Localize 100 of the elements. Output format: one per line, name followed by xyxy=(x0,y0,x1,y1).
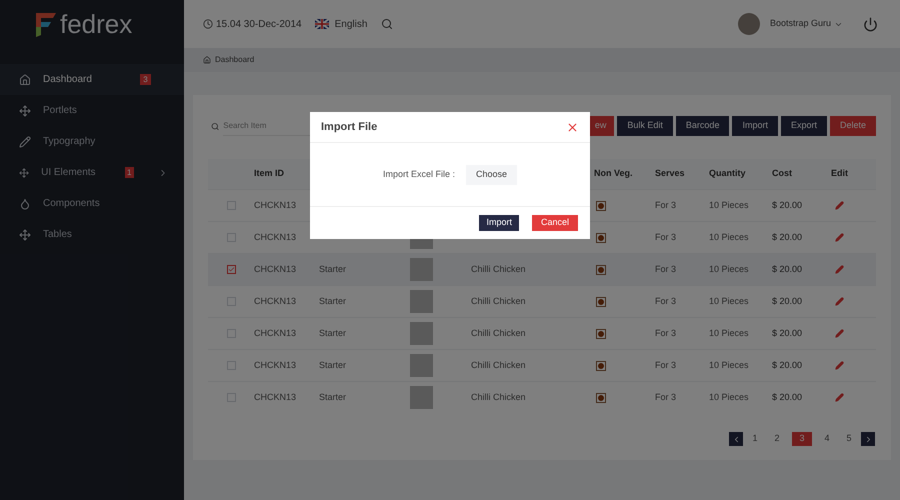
page-button[interactable]: 5 xyxy=(839,432,859,446)
table-cell-text: For 3 xyxy=(655,358,678,372)
page-button[interactable]: 2 xyxy=(767,432,787,446)
avatar[interactable] xyxy=(738,13,760,35)
toolbar-button[interactable]: Delete xyxy=(830,116,876,136)
table-cell-text: For 3 xyxy=(655,326,678,340)
edit-icon[interactable] xyxy=(835,393,844,402)
flag-icon xyxy=(314,19,329,29)
search-icon[interactable] xyxy=(381,18,394,30)
table-cell-text: Chilli Chicken xyxy=(471,326,527,340)
table-cell-text: $ 20.00 xyxy=(772,294,804,308)
arrows-icon xyxy=(19,228,31,240)
breadcrumb-link[interactable]: Dashboard xyxy=(215,54,254,66)
table-cell-text: Starter xyxy=(319,262,348,276)
table-cell-text: $ 20.00 xyxy=(772,198,804,212)
table-cell-text: CHCKN13 xyxy=(254,294,298,308)
photo-placeholder xyxy=(410,354,433,377)
table-cell-text: $ 20.00 xyxy=(772,358,804,372)
home-icon xyxy=(19,74,31,86)
page-button[interactable]: 3 xyxy=(792,432,812,446)
table-cell-text: Chilli Chicken xyxy=(471,262,527,276)
table-cell-text: 10 Pieces xyxy=(709,358,750,372)
table-cell-text: Chilli Chicken xyxy=(471,390,527,404)
logo-text: fedrex xyxy=(60,11,132,37)
dialog-button[interactable]: Import xyxy=(479,215,519,231)
non-veg-icon xyxy=(596,392,606,402)
previous-page-button[interactable] xyxy=(729,432,743,446)
sidebar-label: Typography xyxy=(43,135,96,149)
non-veg-icon xyxy=(596,296,606,306)
page-button[interactable]: 4 xyxy=(817,432,837,446)
table-cell-text: Starter xyxy=(319,326,348,340)
table-cell-text: 10 Pieces xyxy=(709,326,750,340)
check-icon xyxy=(228,266,234,273)
next-page-button[interactable] xyxy=(861,432,875,446)
edit-icon[interactable] xyxy=(835,233,844,242)
logo-icon xyxy=(34,11,56,37)
sidebar-label: Tables xyxy=(43,228,73,242)
photo-placeholder xyxy=(410,386,433,409)
column-header: Quantity xyxy=(709,167,747,180)
sidebar-item[interactable]: Portlets xyxy=(0,95,184,126)
table-cell-text: CHCKN13 xyxy=(254,358,298,372)
sidebar-item[interactable]: Dashboard 3 xyxy=(0,64,184,95)
field-label: Import Excel File : xyxy=(382,168,455,181)
sidebar-item[interactable]: Tables xyxy=(0,219,184,250)
table-cell-text: CHCKN13 xyxy=(254,326,298,340)
arrows-icon xyxy=(19,166,30,178)
table-cell-text: Chilli Chicken xyxy=(471,294,527,308)
table-cell-text: Starter xyxy=(319,390,348,404)
toolbar-button[interactable]: Bulk Edit xyxy=(617,116,673,136)
non-veg-icon xyxy=(596,200,606,210)
sidebar-label: Components xyxy=(43,197,101,211)
choose-file-button[interactable]: Choose xyxy=(466,164,518,184)
sidebar-item[interactable]: Components xyxy=(0,188,184,219)
photo-placeholder xyxy=(410,290,433,313)
language-selector[interactable]: English xyxy=(334,16,368,32)
close-icon[interactable] xyxy=(566,120,579,134)
power-icon[interactable] xyxy=(863,16,878,32)
count-badge: 3 xyxy=(140,74,151,85)
edit-icon[interactable] xyxy=(835,265,844,274)
sidebar-label: Portlets xyxy=(43,104,78,118)
table-cell-text: $ 20.00 xyxy=(772,230,804,244)
toolbar-button[interactable]: Import xyxy=(732,116,778,136)
table-cell-text: For 3 xyxy=(655,262,678,276)
table-cell-text: CHCKN13 xyxy=(254,230,298,244)
table-cell-text: $ 20.00 xyxy=(772,390,804,404)
table-cell-text: 10 Pieces xyxy=(709,230,750,244)
clock-icon xyxy=(203,19,213,29)
toolbar-button[interactable]: Barcode xyxy=(676,116,730,136)
table-cell-text: 10 Pieces xyxy=(709,294,750,308)
table-cell-text: CHCKN13 xyxy=(254,390,298,404)
table-cell-text: For 3 xyxy=(655,390,678,404)
photo-placeholder xyxy=(410,322,433,345)
column-header: Item ID xyxy=(254,167,286,180)
table-cell-text: CHCKN13 xyxy=(254,262,298,276)
edit-icon[interactable] xyxy=(835,329,844,338)
edit-icon[interactable] xyxy=(835,297,844,306)
page-button[interactable]: 1 xyxy=(745,432,765,446)
photo-placeholder xyxy=(410,258,433,281)
sidebar-label: UI Elements xyxy=(41,166,97,180)
table-cell-text: For 3 xyxy=(655,294,678,308)
table-cell-text: CHCKN13 xyxy=(254,198,298,212)
pencil-icon xyxy=(19,136,31,148)
dialog-button[interactable]: Cancel xyxy=(532,215,578,231)
table-cell-text: Starter xyxy=(319,358,348,372)
table-cell-text: $ 20.00 xyxy=(772,326,804,340)
table-cell-text: For 3 xyxy=(655,198,678,212)
non-veg-icon xyxy=(596,360,606,370)
row-checkbox[interactable] xyxy=(226,265,236,274)
sidebar-item[interactable]: Typography xyxy=(0,126,184,157)
count-badge: 1 xyxy=(124,167,134,178)
table-cell-text: For 3 xyxy=(655,230,678,244)
home-icon xyxy=(203,56,211,64)
toolbar-button[interactable]: Export xyxy=(780,116,827,136)
edit-icon[interactable] xyxy=(835,201,844,210)
sidebar-item[interactable]: UI Elements 1 xyxy=(0,157,184,188)
edit-icon[interactable] xyxy=(835,361,844,370)
column-header: Non Veg. xyxy=(594,168,633,178)
table-cell-text: $ 20.00 xyxy=(772,262,804,276)
user-name[interactable]: Bootstrap Guru xyxy=(770,17,831,31)
table-cell-text: Chilli Chicken xyxy=(471,358,527,372)
